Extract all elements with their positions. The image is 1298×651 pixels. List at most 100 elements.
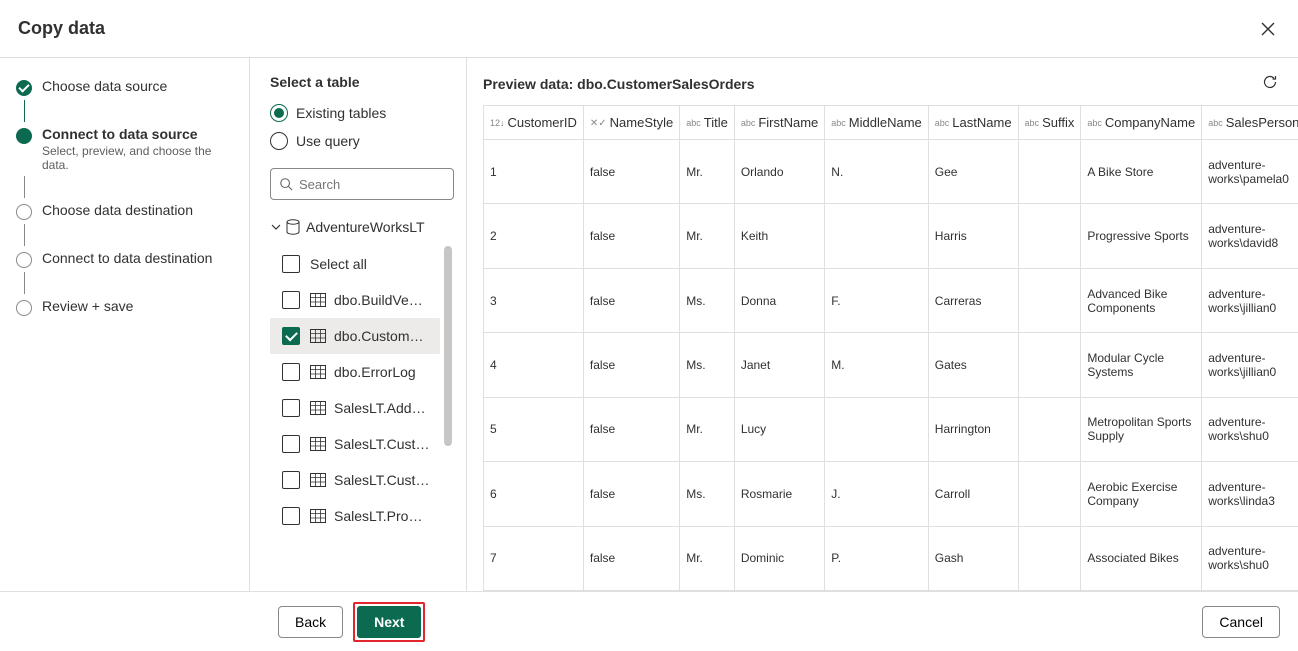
table-item[interactable]: dbo.ErrorLog: [270, 354, 440, 390]
column-header[interactable]: abcSuffix: [1018, 106, 1081, 140]
cell[interactable]: Keith: [734, 204, 824, 268]
cell[interactable]: N.: [825, 140, 929, 204]
cell[interactable]: [1018, 462, 1081, 526]
step-connect-to-data-destination[interactable]: Connect to data destination: [16, 250, 239, 268]
table-row[interactable]: 4falseMs.JanetM.GatesModular Cycle Syste…: [484, 333, 1298, 397]
cell[interactable]: [825, 397, 929, 461]
table-item[interactable]: SalesLT.Add…: [270, 390, 440, 426]
cell[interactable]: Harris: [928, 204, 1018, 268]
column-header[interactable]: abcCompanyName: [1081, 106, 1202, 140]
cell[interactable]: Carroll: [928, 462, 1018, 526]
cell[interactable]: Dominic: [734, 526, 824, 590]
column-header[interactable]: ✕✓NameStyle: [583, 106, 679, 140]
cell[interactable]: adventure-works\shu0: [1202, 397, 1298, 461]
step-connect-to-data-source[interactable]: Connect to data source Select, preview, …: [16, 126, 239, 172]
cell[interactable]: false: [583, 140, 679, 204]
back-button[interactable]: Back: [278, 606, 343, 638]
table-row[interactable]: 5falseMr.LucyHarringtonMetropolitan Spor…: [484, 397, 1298, 461]
cell[interactable]: A Bike Store: [1081, 140, 1202, 204]
cell[interactable]: [1018, 204, 1081, 268]
cell[interactable]: Ms.: [680, 462, 735, 526]
table-item[interactable]: SalesLT.Cust…: [270, 462, 440, 498]
step-choose-data-destination[interactable]: Choose data destination: [16, 202, 239, 220]
cell[interactable]: 1: [484, 140, 584, 204]
cell[interactable]: Associated Bikes: [1081, 526, 1202, 590]
cell[interactable]: Advanced Bike Components: [1081, 268, 1202, 332]
cell[interactable]: Progressive Sports: [1081, 204, 1202, 268]
select-all-item[interactable]: Select all: [270, 246, 440, 282]
close-button[interactable]: [1256, 17, 1280, 41]
database-node[interactable]: AdventureWorksLT: [270, 214, 454, 240]
step-choose-data-source[interactable]: Choose data source: [16, 78, 239, 96]
cell[interactable]: false: [583, 333, 679, 397]
cell[interactable]: 6: [484, 462, 584, 526]
cell[interactable]: J.: [825, 462, 929, 526]
cell[interactable]: [1018, 397, 1081, 461]
checkbox-icon[interactable]: [282, 291, 300, 309]
cell[interactable]: Ms.: [680, 268, 735, 332]
checkbox-icon[interactable]: [282, 363, 300, 381]
cell[interactable]: Carreras: [928, 268, 1018, 332]
checkbox-icon[interactable]: [282, 255, 300, 273]
checkbox-icon[interactable]: [282, 435, 300, 453]
cell[interactable]: [825, 204, 929, 268]
table-item[interactable]: dbo.BuildVe…: [270, 282, 440, 318]
cell[interactable]: Modular Cycle Systems: [1081, 333, 1202, 397]
column-header[interactable]: abcFirstName: [734, 106, 824, 140]
cell[interactable]: Harrington: [928, 397, 1018, 461]
cell[interactable]: false: [583, 462, 679, 526]
cell[interactable]: Mr.: [680, 526, 735, 590]
search-input[interactable]: [299, 177, 445, 192]
column-header[interactable]: abcLastName: [928, 106, 1018, 140]
cell[interactable]: 4: [484, 333, 584, 397]
checkbox-icon[interactable]: [282, 471, 300, 489]
preview-grid[interactable]: 12↓CustomerID✕✓NameStyleabcTitleabcFirst…: [483, 105, 1298, 591]
cell[interactable]: adventure-works\david8: [1202, 204, 1298, 268]
cancel-button[interactable]: Cancel: [1202, 606, 1280, 638]
cell[interactable]: Metropolitan Sports Supply: [1081, 397, 1202, 461]
cell[interactable]: Janet: [734, 333, 824, 397]
cell[interactable]: false: [583, 526, 679, 590]
cell[interactable]: Mr.: [680, 140, 735, 204]
table-list-scrollbar[interactable]: [442, 246, 454, 534]
cell[interactable]: false: [583, 204, 679, 268]
cell[interactable]: P.: [825, 526, 929, 590]
cell[interactable]: [1018, 526, 1081, 590]
table-row[interactable]: 6falseMs.RosmarieJ.Carroll Aerobic Exerci…: [484, 462, 1298, 526]
cell[interactable]: Mr.: [680, 397, 735, 461]
cell[interactable]: [1018, 268, 1081, 332]
cell[interactable]: Ms.: [680, 333, 735, 397]
cell[interactable]: false: [583, 397, 679, 461]
cell[interactable]: adventure-works\linda3: [1202, 462, 1298, 526]
table-row[interactable]: 1falseMr.OrlandoN.Gee A Bike Storeadventu…: [484, 140, 1298, 204]
table-row[interactable]: 7falseMr.DominicP.GashAssociated Bikesad…: [484, 526, 1298, 590]
cell[interactable]: Aerobic Exercise Company: [1081, 462, 1202, 526]
cell[interactable]: Gates: [928, 333, 1018, 397]
search-input-wrapper[interactable]: [270, 168, 454, 200]
radio-use-query[interactable]: Use query: [270, 132, 454, 150]
column-header[interactable]: 12↓CustomerID: [484, 106, 584, 140]
table-item[interactable]: SalesLT.Cust…: [270, 426, 440, 462]
cell[interactable]: 2: [484, 204, 584, 268]
checkbox-icon[interactable]: [282, 399, 300, 417]
column-header[interactable]: abcTitle: [680, 106, 735, 140]
cell[interactable]: adventure-works\pamela0: [1202, 140, 1298, 204]
cell[interactable]: Rosmarie: [734, 462, 824, 526]
table-row[interactable]: 3falseMs.DonnaF.CarrerasAdvanced Bike Co…: [484, 268, 1298, 332]
checkbox-icon[interactable]: [282, 327, 300, 345]
cell[interactable]: Orlando: [734, 140, 824, 204]
next-button[interactable]: Next: [357, 606, 421, 638]
cell[interactable]: Gee: [928, 140, 1018, 204]
cell[interactable]: 5: [484, 397, 584, 461]
cell[interactable]: 3: [484, 268, 584, 332]
refresh-button[interactable]: [1262, 74, 1278, 93]
step-review-save[interactable]: Review + save: [16, 298, 239, 316]
cell[interactable]: Mr.: [680, 204, 735, 268]
cell[interactable]: adventure-works\shu0: [1202, 526, 1298, 590]
checkbox-icon[interactable]: [282, 507, 300, 525]
cell[interactable]: [1018, 333, 1081, 397]
cell[interactable]: 7: [484, 526, 584, 590]
column-header[interactable]: abcSalesPerson: [1202, 106, 1298, 140]
column-header[interactable]: abcMiddleName: [825, 106, 929, 140]
cell[interactable]: Donna: [734, 268, 824, 332]
